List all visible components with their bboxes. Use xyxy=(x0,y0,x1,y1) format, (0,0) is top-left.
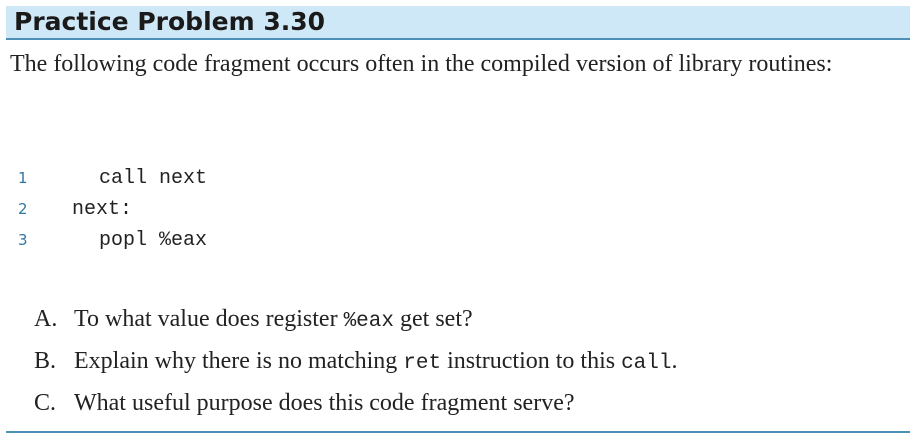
inline-code: ret xyxy=(403,352,442,375)
question-text: get set? xyxy=(394,306,473,332)
question-c: C. What useful purpose does this code fra… xyxy=(34,390,575,417)
question-a: A. To what value does register %eax get s… xyxy=(34,306,473,333)
line-number: 2 xyxy=(18,200,28,218)
question-text: What useful purpose does this code fragm… xyxy=(74,390,575,416)
inline-code: %eax xyxy=(343,310,394,333)
question-text: . xyxy=(671,348,678,374)
problem-title: Practice Problem 3.30 xyxy=(14,7,326,36)
question-letter: B. xyxy=(34,348,57,374)
question-text: Explain why there is no matching xyxy=(74,348,404,374)
question-letter: C. xyxy=(34,390,57,416)
code-text: popl %eax xyxy=(99,229,208,252)
bottom-rule xyxy=(6,431,910,433)
problem-intro: The following code fragment occurs often… xyxy=(10,51,833,77)
line-number: 1 xyxy=(18,169,28,187)
question-text: To what value does register xyxy=(74,306,344,332)
code-text: next: xyxy=(72,198,133,221)
line-number: 3 xyxy=(18,231,28,249)
code-text: call next xyxy=(99,167,208,190)
question-b: B. Explain why there is no matching ret i… xyxy=(34,348,678,375)
problem-header: Practice Problem 3.30 xyxy=(6,6,910,40)
question-text: instruction to this xyxy=(441,348,622,374)
question-letter: A. xyxy=(34,306,58,332)
inline-code: call xyxy=(621,352,672,375)
